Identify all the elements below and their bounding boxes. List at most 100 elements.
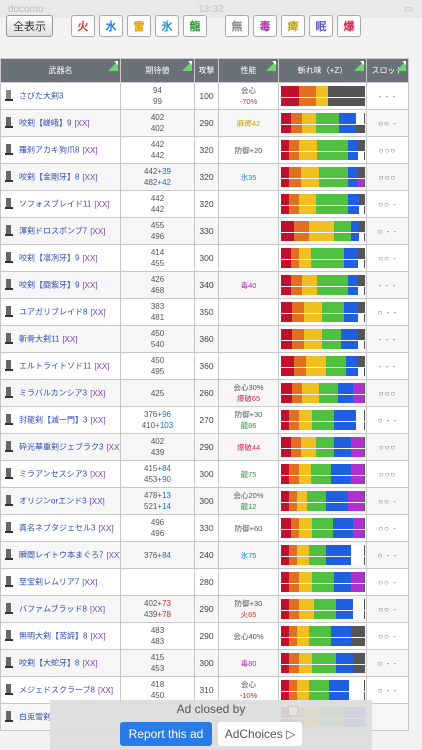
show-all-button[interactable]: 全表示 xyxy=(6,15,53,37)
element-filter-chip[interactable]: 爆 xyxy=(337,15,361,37)
table-row[interactable]: 咬剣【凛冽牙】9 [XX] 414 455 300 ○○ - xyxy=(0,244,409,272)
weapon-name-cell[interactable]: ソフォスブレイド11 [XX] xyxy=(0,190,121,218)
table-row[interactable]: 真名ネブタジェセル3 [XX] 496 496 330 防御+60 ○○ - xyxy=(0,514,409,542)
header-sharpness[interactable]: 斬れ味（+Z） xyxy=(278,58,367,83)
table-row[interactable]: さびた大剣3 94 99 100 会心 -70% - - - xyxy=(0,82,409,110)
weapon-name-cell[interactable]: 封龍剣【滅一門】3 [XX] xyxy=(0,406,121,434)
element-filter-chip[interactable]: 雷 xyxy=(127,15,151,37)
report-ad-button[interactable]: Report this ad xyxy=(120,722,212,746)
weapon-name-link[interactable]: ミラアンセスシア3 xyxy=(19,470,87,479)
sort-icon[interactable] xyxy=(396,61,406,71)
element-filter-chip[interactable]: 水 xyxy=(99,15,123,37)
element-filter-chip[interactable]: 無 xyxy=(225,15,249,37)
sort-icon[interactable] xyxy=(182,61,192,71)
weapon-name-cell[interactable]: 渾剣ドロスボンブ7 [XX] xyxy=(0,217,121,245)
sort-icon[interactable] xyxy=(108,61,118,71)
weapon-name-cell[interactable]: 瞬間レイトウ本まぐろ7 [XX] xyxy=(0,541,121,569)
header-weapon-name[interactable]: 武器名 xyxy=(0,58,121,83)
weapon-name-link[interactable]: オリジンorエンド3 xyxy=(19,497,87,506)
weapon-name-link[interactable]: 白兎雪剣 xyxy=(19,713,51,722)
weapon-name-link[interactable]: エルトライトソド11 xyxy=(19,362,91,371)
element-filter-chip[interactable]: 痺 xyxy=(281,15,305,37)
table-row[interactable]: 斬骨大剣11 [XX] 450 540 360- - - xyxy=(0,325,409,353)
header-performance[interactable]: 性能 xyxy=(218,58,279,83)
table-row[interactable]: バファムブラッド8 [XX] 402+73 439+78 290 防御+30 火65 ○○ - xyxy=(0,595,409,623)
table-row[interactable]: ユアガリブレイド8 [XX] 383 481 350 ○ - - xyxy=(0,298,409,326)
table-row[interactable]: 封龍剣【滅一門】3 [XX] 376+96 410+103 270 防御+30 龍86 ○ -… xyxy=(0,406,409,434)
sort-icon[interactable] xyxy=(354,61,364,71)
weapon-name-link[interactable]: ソフォスブレイド11 xyxy=(19,200,91,209)
table-row[interactable]: 咬剣【闘紫牙】9 [XX] 426 468 340 毒40- - - xyxy=(0,271,409,299)
table-row[interactable]: 無明大剣【苦諦】8 [XX] 483 483 290 会心40% ○○ - xyxy=(0,622,409,650)
table-row[interactable]: 咬剣【金剛牙】8 [XX] 442+39 482+42 320 氷35 ○○○ xyxy=(0,163,409,191)
weapon-name-cell[interactable]: エルトライトソド11 [XX] xyxy=(0,352,121,380)
weapon-name-cell[interactable]: 咬剣【凛冽牙】9 [XX] xyxy=(0,244,121,272)
table-row[interactable]: ソフォスブレイド11 [XX] 442 442 320 ○○ - xyxy=(0,190,409,218)
weapon-name-cell[interactable]: 羅刹アカキ狗爪8 [XX] xyxy=(0,136,121,164)
weapon-name-link[interactable]: 斬骨大剣11 xyxy=(19,335,59,344)
weapon-name-cell[interactable]: 斬骨大剣11 [XX] xyxy=(0,325,121,353)
weapon-name-cell[interactable]: 咬剣【金剛牙】8 [XX] xyxy=(0,163,121,191)
sharpness-segment xyxy=(280,98,299,106)
element-filter-chip[interactable]: 眠 xyxy=(309,15,333,37)
weapon-name-link[interactable]: ユアガリブレイド8 xyxy=(19,308,87,317)
performance-text: 氷35 xyxy=(240,172,257,182)
weapon-name-link[interactable]: 咬剣【凛冽牙】9 xyxy=(19,254,79,263)
table-row[interactable]: 至宝剣レムリア7 [XX] 280 ○○ - xyxy=(0,568,409,596)
weapon-name-cell[interactable]: バファムブラッド8 [XX] xyxy=(0,595,121,623)
weapon-name-link[interactable]: 咬剣【金剛牙】8 xyxy=(19,173,79,182)
table-row[interactable]: エルトライトソド11 [XX] 450 495 360- - - xyxy=(0,352,409,380)
table-row[interactable]: 羅刹アカキ狗爪8 [XX] 442 442 320 防御+20 ○○○ xyxy=(0,136,409,164)
table-row[interactable]: 咬剣【嵯峨】9 [XX] 402 402 290 麻痺42 ○○ - xyxy=(0,109,409,137)
sharpness-segment xyxy=(330,626,352,637)
weapon-name-link[interactable]: 渾剣ドロスボンブ7 xyxy=(19,227,87,236)
weapon-name-link[interactable]: 至宝剣レムリア7 xyxy=(19,578,79,587)
sharpness-segment xyxy=(357,152,365,160)
table-row[interactable]: 咬剣【大蛇牙】8 [XX] 415 453 300 毒80 ○ - - xyxy=(0,649,409,677)
weapon-name-link[interactable]: 瞬間レイトウ本まぐろ7 xyxy=(19,551,103,560)
weapon-name-link[interactable]: 咬剣【闘紫牙】9 xyxy=(19,281,79,290)
table-row[interactable]: ミラバルカンシア3 [XX] 425 260 会心30% 爆破65 ○○○ xyxy=(0,379,409,407)
table-row[interactable]: ミラアンセスシア3 [XX] 415+84 453+90 300 龍75 ○○○ xyxy=(0,460,409,488)
weapon-name-link[interactable]: 咬剣【嵯峨】9 xyxy=(19,119,71,128)
weapon-name-cell[interactable]: 咬剣【闘紫牙】9 [XX] xyxy=(0,271,121,299)
weapon-name-cell[interactable]: 無明大剣【苦諦】8 [XX] xyxy=(0,622,121,650)
weapon-name-cell[interactable]: 砕光華重剣ジェブラク3 [XX] xyxy=(0,433,121,461)
weapon-name-link[interactable]: 砕光華重剣ジェブラク3 xyxy=(19,443,103,452)
sharpness-segment xyxy=(349,680,365,691)
weapon-name-link[interactable]: メジェドスクラーブ8 xyxy=(19,686,95,695)
weapon-name-link[interactable]: 咬剣【大蛇牙】8 xyxy=(19,659,79,668)
adchoices-button[interactable]: AdChoices ▷ xyxy=(218,722,302,746)
element-filter-chip[interactable]: 氷 xyxy=(155,15,179,37)
weapon-name-link[interactable]: バファムブラッド8 xyxy=(19,605,87,614)
weapon-name-link[interactable]: 無明大剣【苦諦】8 xyxy=(19,632,87,641)
table-row[interactable]: オリジンorエンド3 [XX] 478+13 521+14 300 会心20% 龍12 ○○ … xyxy=(0,487,409,515)
weapon-name-link[interactable]: 封龍剣【滅一門】3 xyxy=(19,416,87,425)
table-row[interactable]: 砕光華重剣ジェブラク3 [XX] 402 439 290 爆破44 ○○○ xyxy=(0,433,409,461)
weapon-name-cell[interactable]: 真名ネブタジェセル3 [XX] xyxy=(0,514,121,542)
weapon-name-link[interactable]: ミラバルカンシア3 xyxy=(19,389,87,398)
weapon-name-cell[interactable]: ユアガリブレイド8 [XX] xyxy=(0,298,121,326)
element-filter-chip[interactable]: 毒 xyxy=(253,15,277,37)
element-filter-chip[interactable]: 龍 xyxy=(183,15,207,37)
weapon-name-cell[interactable]: さびた大剣3 xyxy=(0,82,121,110)
table-row[interactable]: 瞬間レイトウ本まぐろ7 [XX] 376+84 240 氷75 ○ - - xyxy=(0,541,409,569)
sharpness-segment xyxy=(280,167,289,178)
weapon-name-cell[interactable]: 至宝剣レムリア7 [XX] xyxy=(0,568,121,596)
weapon-name-link[interactable]: さびた大剣3 xyxy=(19,92,63,101)
header-attack[interactable]: 攻撃 xyxy=(194,58,219,83)
weapon-name-link[interactable]: 羅刹アカキ狗爪8 xyxy=(19,146,79,155)
header-slot[interactable]: スロット xyxy=(366,58,409,83)
element-filter-chip[interactable]: 火 xyxy=(71,15,95,37)
header-expected[interactable]: 期待値 xyxy=(120,58,195,83)
weapon-name-cell[interactable]: オリジンorエンド3 [XX] xyxy=(0,487,121,515)
table-row[interactable]: 渾剣ドロスボンブ7 [XX] 455 496 330 ○ - - xyxy=(0,217,409,245)
weapon-name-cell[interactable]: ミラバルカンシア3 [XX] xyxy=(0,379,121,407)
sharpness-segment xyxy=(280,248,291,259)
sharpness-segment xyxy=(290,113,303,124)
sort-icon[interactable] xyxy=(266,61,276,71)
weapon-name-link[interactable]: 真名ネブタジェセル3 xyxy=(19,524,95,533)
weapon-name-cell[interactable]: 咬剣【嵯峨】9 [XX] xyxy=(0,109,121,137)
weapon-name-cell[interactable]: ミラアンセスシア3 [XX] xyxy=(0,460,121,488)
weapon-name-cell[interactable]: 咬剣【大蛇牙】8 [XX] xyxy=(0,649,121,677)
